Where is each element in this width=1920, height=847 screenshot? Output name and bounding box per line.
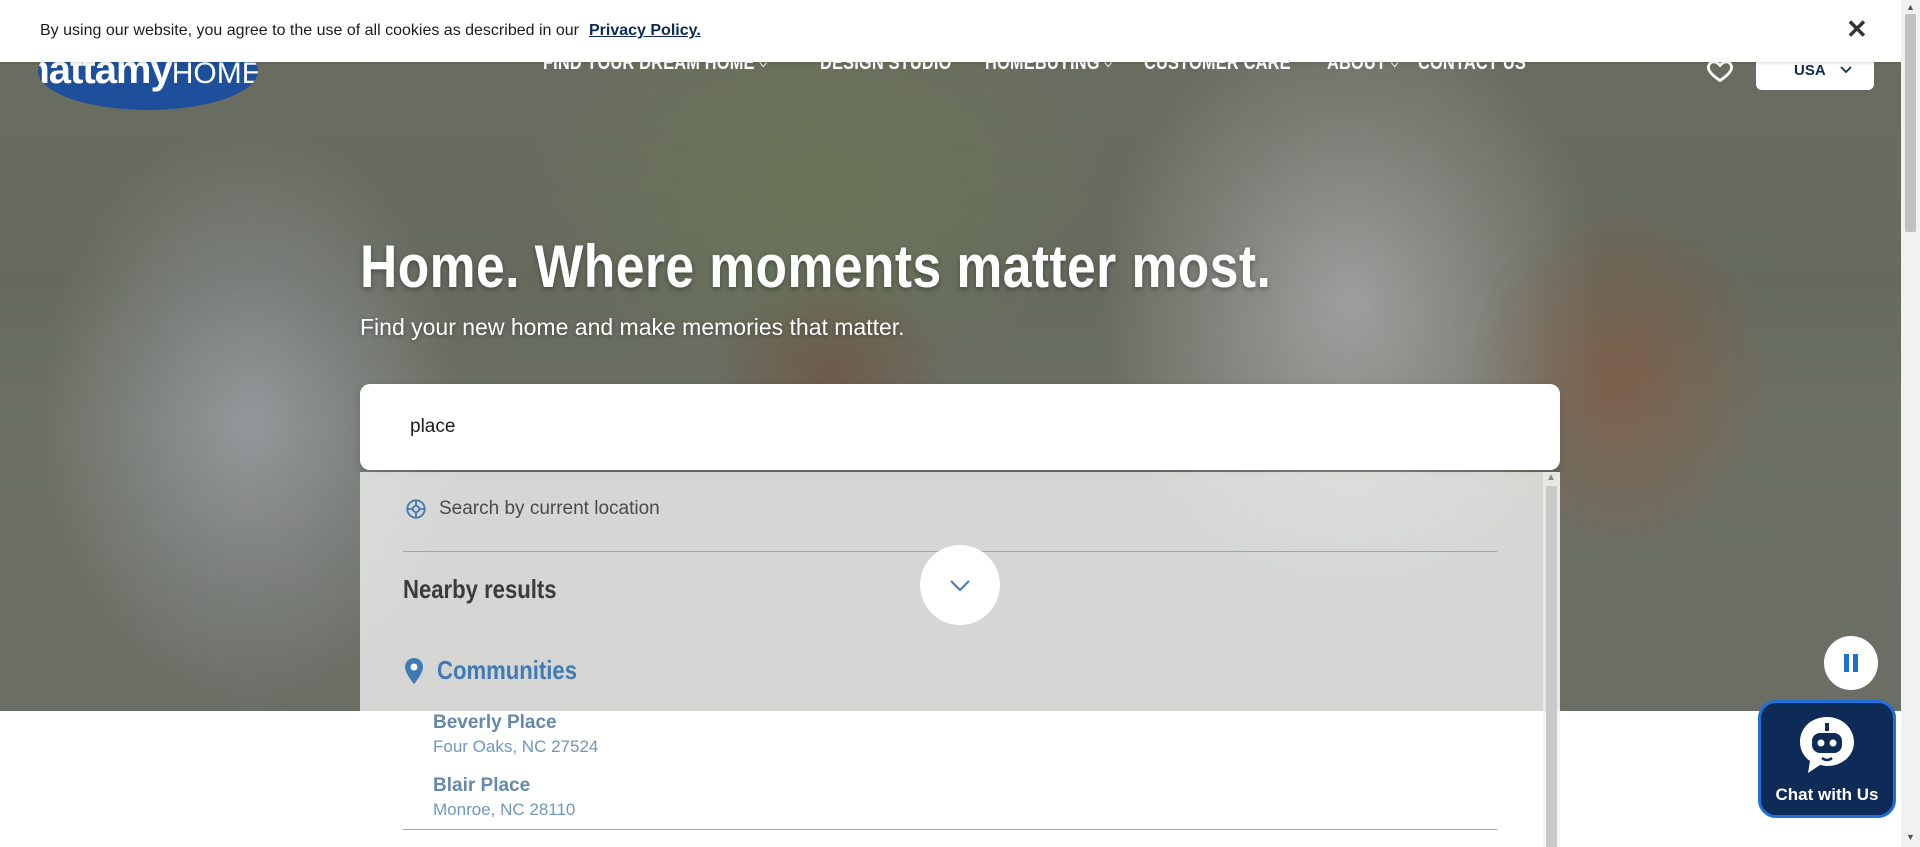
nearby-results-heading: Nearby results xyxy=(403,574,557,604)
communities-heading-row: Communities xyxy=(405,655,602,686)
list-item[interactable]: Blair Place Monroe, NC 28110 xyxy=(433,775,575,820)
close-icon[interactable]: ✕ xyxy=(1846,14,1868,45)
list-item[interactable]: Beverly Place Four Oaks, NC 27524 xyxy=(433,712,598,757)
page-scrollbar[interactable]: ▲ ▼ xyxy=(1901,0,1920,847)
page-scroll-thumb[interactable] xyxy=(1905,14,1916,232)
chevron-down-icon xyxy=(1840,66,1852,74)
communities-heading: Communities xyxy=(437,655,577,685)
dropdown-scroll-thumb[interactable] xyxy=(1546,486,1557,847)
pause-button[interactable] xyxy=(1824,636,1878,690)
chat-widget[interactable]: Chat with Us xyxy=(1758,700,1896,818)
result-address: Monroe, NC 28110 xyxy=(433,800,576,819)
divider xyxy=(403,829,1497,830)
hero-subhead: Find your new home and make memories tha… xyxy=(360,314,905,340)
search-box xyxy=(360,384,1560,470)
scroll-down-button[interactable] xyxy=(920,545,1000,625)
pin-icon xyxy=(405,657,423,684)
current-location-label: Search by current location xyxy=(439,498,660,519)
search-current-location[interactable]: Search by current location xyxy=(405,498,660,520)
result-address: Four Oaks, NC 27524 xyxy=(433,737,599,756)
pause-icon xyxy=(1844,654,1858,672)
scroll-down-arrow[interactable]: ▼ xyxy=(1906,832,1915,842)
scroll-up-arrow[interactable]: ▲ xyxy=(1546,472,1556,483)
scroll-up-arrow[interactable]: ▲ xyxy=(1906,2,1915,12)
country-value: USA xyxy=(1794,61,1826,79)
cookie-banner: By using our website, you agree to the u… xyxy=(0,0,1901,62)
cookie-text: By using our website, you agree to the u… xyxy=(40,22,579,39)
chat-label: Chat with Us xyxy=(1775,785,1879,804)
dropdown-scrollbar[interactable]: ▲ xyxy=(1543,472,1560,847)
result-name: Beverly Place xyxy=(433,712,557,733)
crosshair-icon xyxy=(406,499,426,519)
result-name: Blair Place xyxy=(433,775,531,796)
privacy-policy-link[interactable]: Privacy Policy. xyxy=(589,22,701,40)
search-input[interactable] xyxy=(410,412,1510,442)
hero-headline: Home. Where moments matter most. xyxy=(360,233,1272,300)
chevron-down-icon xyxy=(950,579,970,591)
chatbot-icon xyxy=(1800,717,1854,773)
